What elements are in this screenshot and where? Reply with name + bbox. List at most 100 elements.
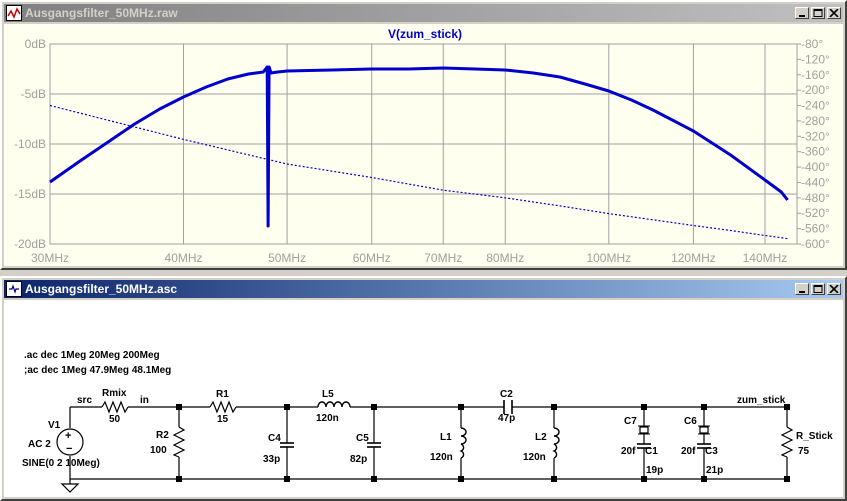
c2-value[interactable]: 47p [498,413,515,424]
c4-name[interactable]: C4 [268,433,281,444]
c6-value[interactable]: 20f [681,446,696,457]
c2-name[interactable]: C2 [500,389,513,400]
c3-value[interactable]: 21p [706,465,723,476]
l5-name[interactable]: L5 [322,389,334,400]
x-tick-label: 80MHz [486,251,524,265]
capacitor-c5[interactable] [367,442,381,448]
c1-value[interactable]: 19p [646,465,663,476]
c5-name[interactable]: C5 [356,433,369,444]
svg-text:−: − [66,443,72,455]
schematic-icon [6,281,22,297]
net-label-src[interactable]: src [77,395,92,406]
r2-value[interactable]: 100 [150,445,167,456]
c7-name[interactable]: C7 [624,416,637,427]
close-button[interactable] [827,7,841,19]
y2-tick-label: -360° [801,145,830,159]
close-button[interactable] [827,283,841,295]
capacitor-c4[interactable] [280,442,294,448]
rmix-name[interactable]: Rmix [102,388,127,399]
y-tick-label: 0dB [25,37,46,51]
y2-tick-label: -320° [801,129,830,143]
schematic-canvas[interactable]: .ac dec 1Meg 20Meg 200Meg ;ac dec 1Meg 4… [4,300,843,497]
x-tick-label: 100MHz [586,251,631,265]
y2-tick-label: -160° [801,68,830,82]
maximize-button[interactable] [811,283,825,295]
x-tick-label: 60MHz [353,251,391,265]
maximize-button[interactable] [811,7,825,19]
y2-tick-label: -600° [801,237,830,251]
x-tick-label: 30MHz [31,251,69,265]
c7-value[interactable]: 20f [621,446,636,457]
r1-value[interactable]: 15 [217,414,229,425]
schematic-window: Ausgangsfilter_50MHz.asc .ac dec 1Meg 20… [0,276,847,501]
ground-symbol [60,483,80,493]
l1-value[interactable]: 120n [430,452,453,463]
r2-name[interactable]: R2 [156,430,169,441]
y2-tick-label: -520° [801,206,830,220]
x-tick-label: 120MHz [671,251,716,265]
resistor-r1[interactable] [209,400,237,414]
ac-analysis-chart[interactable]: V(zum_stick) 30MHz 40MHz 50MHz 60MHz 70MHz 80… [4,24,843,268]
plot-window-title: Ausgangsfilter_50MHz.raw [25,6,178,20]
magnitude-trace[interactable] [49,65,789,228]
v1-value2[interactable]: SINE(0 2 10Meg) [22,458,100,469]
y-tick-label: -5dB [21,87,46,101]
y2-tick-label: -120° [801,52,830,66]
r-stick-name[interactable]: R_Stick [796,431,833,442]
l5-value[interactable]: 120n [316,413,339,424]
x-tick-label: 140MHz [743,251,788,265]
trace-label[interactable]: V(zum_stick) [388,27,462,41]
c4-value[interactable]: 33p [263,454,280,465]
v1-value[interactable]: AC 2 [28,439,51,450]
y2-tick-label: -560° [801,222,830,236]
plot-area[interactable]: V(zum_stick) 30MHz 40MHz 50MHz 60MHz 70MHz 80… [4,24,843,266]
r1-name[interactable]: R1 [216,389,229,400]
inductor-l1[interactable] [459,427,467,459]
inductor-l2[interactable] [552,427,560,459]
capacitor-c2[interactable] [503,400,513,414]
plot-title-bar[interactable]: Ausgangsfilter_50MHz.raw [4,4,843,22]
phase-trace[interactable] [49,104,788,240]
l1-name[interactable]: L1 [440,432,452,443]
y2-tick-label: -400° [801,160,830,174]
c3-name[interactable]: C3 [705,446,718,457]
inductor-l5[interactable] [317,401,351,408]
capacitor-c7[interactable] [638,425,650,435]
y2-tick-label: -480° [801,191,830,205]
resistor-rmix[interactable] [101,400,129,414]
capacitor-c6[interactable] [698,425,710,435]
x-tick-label: 50MHz [268,251,306,265]
voltage-source-v1[interactable]: + − [56,428,84,456]
net-label-zum-stick[interactable]: zum_stick [737,395,786,406]
v1-name[interactable]: V1 [48,420,61,431]
y2-tick-label: -80° [801,37,823,51]
y-tick-label: -10dB [14,137,46,151]
spice-directive-comment[interactable]: ;ac dec 1Meg 47.9Meg 48.1Meg [24,365,171,376]
waveform-icon [6,5,22,21]
schematic-title-bar[interactable]: Ausgangsfilter_50MHz.asc [4,280,843,298]
schematic-window-title: Ausgangsfilter_50MHz.asc [25,282,178,296]
resistor-r2[interactable] [172,426,186,458]
c1-name[interactable]: C1 [645,446,658,457]
y-tick-label: -20dB [14,237,46,251]
x-tick-label: 70MHz [424,251,462,265]
net-label-in[interactable]: in [140,395,149,406]
minimize-button[interactable] [795,283,809,295]
resistor-r-stick[interactable] [780,426,794,458]
minimize-button[interactable] [795,7,809,19]
plot-window: Ausgangsfilter_50MHz.raw V(zum_stick) 30… [0,0,847,270]
spice-directive[interactable]: .ac dec 1Meg 20Meg 200Meg [24,350,160,361]
x-tick-label: 40MHz [165,251,203,265]
y-tick-label: -15dB [14,187,46,201]
c6-name[interactable]: C6 [684,416,697,427]
l2-name[interactable]: L2 [535,432,547,443]
y2-tick-label: -240° [801,99,830,113]
y2-tick-label: -200° [801,83,830,97]
c5-value[interactable]: 82p [350,454,367,465]
y2-tick-label: -440° [801,175,830,189]
y2-tick-label: -280° [801,114,830,128]
svg-text:+: + [65,430,71,442]
l2-value[interactable]: 120n [523,452,546,463]
r-stick-value[interactable]: 75 [798,446,810,457]
rmix-value[interactable]: 50 [109,414,121,425]
